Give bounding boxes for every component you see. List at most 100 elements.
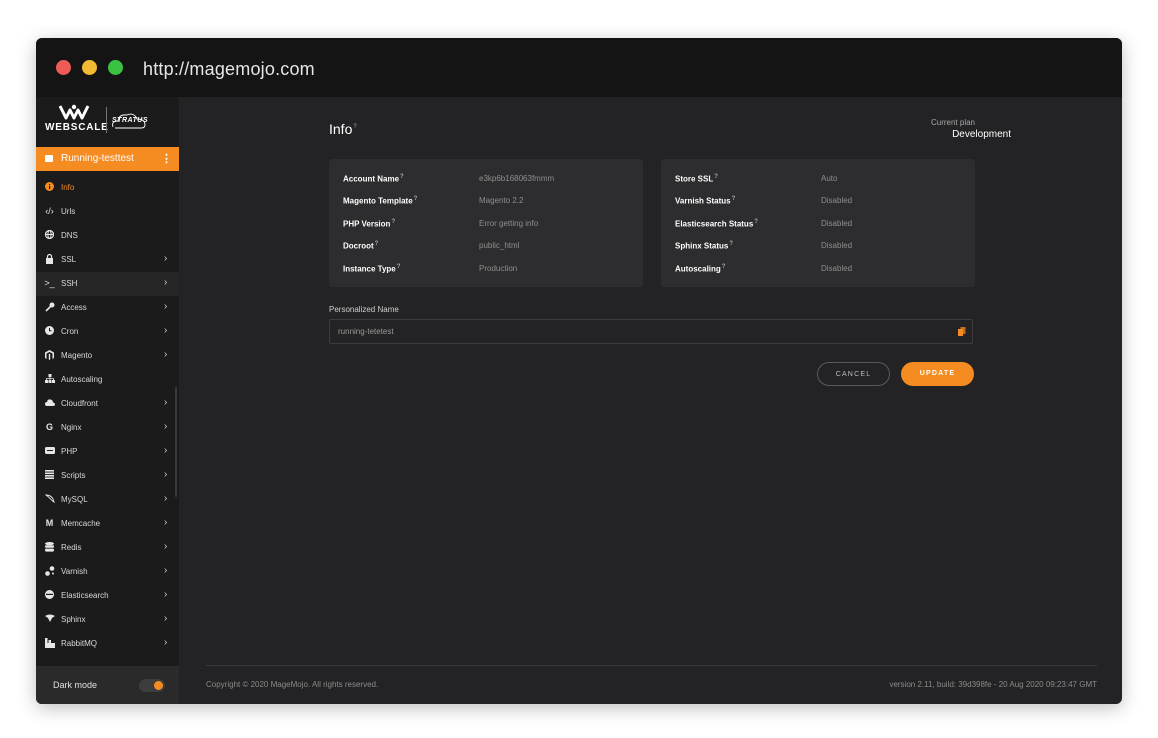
info-row-value: Magento 2.2 xyxy=(479,196,524,205)
hierarchy-icon xyxy=(44,374,55,385)
kebab-menu-icon[interactable]: ⋮ xyxy=(161,152,172,165)
update-button[interactable]: UPDATE xyxy=(901,362,974,386)
sidebar-item-memcache[interactable]: M Memcache › xyxy=(36,512,179,536)
status-info-card: Store SSL? Auto Varnish Status? Disabled… xyxy=(661,159,975,287)
sidebar-item-access[interactable]: Access › xyxy=(36,296,179,320)
help-icon[interactable]: ? xyxy=(397,264,401,270)
webscale-logo[interactable]: WEBSCALE STRATUS xyxy=(36,97,179,147)
copy-icon[interactable] xyxy=(958,327,966,336)
chevron-right-icon: › xyxy=(164,325,168,336)
info-row-label: PHP Version? xyxy=(343,219,396,229)
close-window-button[interactable] xyxy=(56,60,71,75)
sidebar-item-urls[interactable]: ‹/› Urls xyxy=(36,200,179,224)
chevron-right-icon: › xyxy=(164,613,168,624)
environment-selector[interactable]: Running-testtest ⋮ xyxy=(36,147,179,171)
info-row-value: public_html xyxy=(479,241,520,250)
sidebar-item-magento[interactable]: Magento › xyxy=(36,344,179,368)
chevron-right-icon: › xyxy=(164,445,168,456)
version-text: version 2.11, build: 39d398fe - 20 Aug 2… xyxy=(889,680,1097,689)
list-icon xyxy=(44,470,55,481)
dark-mode-toggle[interactable] xyxy=(139,679,165,692)
info-row: Account Name? e3kp6b168063fmmm xyxy=(343,174,633,188)
sidebar-item-ssl[interactable]: SSL › xyxy=(36,248,179,272)
sidebar-item-label: SSL xyxy=(61,255,77,264)
status-row-value: Disabled xyxy=(821,241,853,250)
sidebar-item-label: PHP xyxy=(61,447,78,456)
sidebar-item-redis[interactable]: Redis › xyxy=(36,536,179,560)
help-icon[interactable]: ? xyxy=(414,196,418,202)
lock-icon xyxy=(44,253,55,265)
dolphin-icon xyxy=(44,494,55,505)
sidebar-item-label: Sphinx xyxy=(61,615,86,624)
sidebar-scrollbar[interactable] xyxy=(175,387,177,497)
help-icon[interactable]: ? xyxy=(391,219,395,225)
info-row-value: Error getting info xyxy=(479,219,539,228)
product-name: STRATUS xyxy=(112,117,149,124)
help-icon[interactable]: ? xyxy=(353,124,356,130)
help-icon[interactable]: ? xyxy=(714,174,718,180)
sidebar-item-rabbitmq[interactable]: RabbitMQ › xyxy=(36,632,179,656)
sidebar-item-label: Magento xyxy=(61,351,93,360)
chevron-right-icon: › xyxy=(164,637,168,648)
database-icon xyxy=(44,542,55,553)
sidebar-item-label: MySQL xyxy=(61,495,88,504)
help-icon[interactable]: ? xyxy=(722,264,726,270)
php-icon xyxy=(44,446,55,457)
chevron-right-icon: › xyxy=(164,565,168,576)
sidebar-item-mysql[interactable]: MySQL › xyxy=(36,488,179,512)
status-row: Elasticsearch Status? Disabled xyxy=(675,219,965,233)
status-row: Autoscaling? Disabled xyxy=(675,264,965,278)
personalized-name-input[interactable] xyxy=(329,319,973,344)
sidebar-item-elasticsearch[interactable]: Elasticsearch › xyxy=(36,584,179,608)
info-row: Magento Template? Magento 2.2 xyxy=(343,196,633,210)
sidebar-item-varnish[interactable]: Varnish › xyxy=(36,560,179,584)
maximize-window-button[interactable] xyxy=(108,60,123,75)
help-icon[interactable]: ? xyxy=(400,174,404,180)
sidebar-item-dns[interactable]: DNS xyxy=(36,224,179,248)
status-row-label: Autoscaling? xyxy=(675,264,726,274)
sphinx-icon xyxy=(44,614,55,625)
info-icon xyxy=(44,182,55,193)
webscale-logo-icon xyxy=(58,104,90,120)
sidebar-item-nginx[interactable]: G Nginx › xyxy=(36,416,179,440)
help-icon[interactable]: ? xyxy=(754,219,758,225)
cloud-icon xyxy=(44,398,55,409)
sidebar-item-ssh[interactable]: >_ SSH › xyxy=(36,272,179,296)
sidebar-item-label: Cloudfront xyxy=(61,399,98,408)
chevron-right-icon: › xyxy=(164,541,168,552)
address-bar[interactable]: http://magemojo.com xyxy=(143,59,315,80)
sidebar-item-label: RabbitMQ xyxy=(61,639,98,648)
chevron-right-icon: › xyxy=(164,349,168,360)
chevron-right-icon: › xyxy=(164,421,168,432)
status-row-label: Varnish Status? xyxy=(675,196,736,206)
sidebar-item-label: SSH xyxy=(61,279,78,288)
terminal-icon: >_ xyxy=(44,278,55,288)
personalized-name-label: Personalized Name xyxy=(329,305,399,314)
footer-divider xyxy=(206,665,1097,666)
sidebar-item-autoscaling[interactable]: Autoscaling xyxy=(36,368,179,392)
globe-icon xyxy=(44,229,55,241)
help-icon[interactable]: ? xyxy=(729,241,733,247)
dark-mode-row: Dark mode xyxy=(36,666,179,704)
help-icon[interactable]: ? xyxy=(732,196,736,202)
sidebar-item-label: Elasticsearch xyxy=(61,591,109,600)
nginx-icon: G xyxy=(45,422,53,432)
current-plan-caption: Current plan xyxy=(930,118,975,127)
browser-titlebar: http://magemojo.com xyxy=(36,38,1122,97)
minimize-window-button[interactable] xyxy=(82,60,97,75)
sidebar-item-label: Redis xyxy=(61,543,82,552)
sidebar-item-cron[interactable]: Cron › xyxy=(36,320,179,344)
sidebar-item-php[interactable]: PHP › xyxy=(36,440,179,464)
rabbit-icon xyxy=(44,638,55,649)
page-title: Info? xyxy=(329,121,357,137)
status-row-label: Store SSL? xyxy=(675,174,718,184)
sidebar-item-info[interactable]: Info xyxy=(36,176,179,200)
sidebar-item-label: Urls xyxy=(61,207,76,216)
sidebar-item-scripts[interactable]: Scripts › xyxy=(36,464,179,488)
cancel-button[interactable]: CANCEL xyxy=(817,362,890,386)
varnish-icon xyxy=(44,566,55,577)
sidebar-item-sphinx[interactable]: Sphinx › xyxy=(36,608,179,632)
help-icon[interactable]: ? xyxy=(375,241,379,247)
sidebar-item-cloudfront[interactable]: Cloudfront › xyxy=(36,392,179,416)
chevron-right-icon: › xyxy=(164,493,168,504)
